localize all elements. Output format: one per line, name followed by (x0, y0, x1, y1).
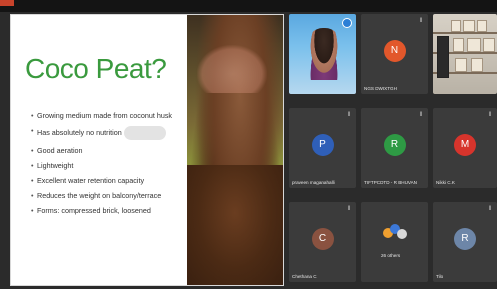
avatar: P (311, 134, 334, 156)
shelf-box (463, 20, 475, 32)
avatar: C (311, 228, 334, 250)
highlight-blob (123, 126, 166, 140)
mic-off-icon: ‖ (420, 112, 423, 118)
bullet-item: Excellent water retention capacity (31, 176, 191, 185)
participant-name: Tilo (436, 274, 444, 279)
shelf-box (451, 20, 461, 32)
participant-tile-office-video[interactable] (433, 14, 497, 94)
bullet-item: Lightweight (31, 161, 191, 170)
participant-name: Chethana C (292, 274, 317, 279)
mic-off-icon: ‖ (420, 18, 423, 24)
participant-name: Nikki C.K (436, 180, 455, 185)
peat-pile-image (187, 165, 283, 285)
bullet-item: Reduces the weight on balcony/terrace (31, 191, 191, 200)
participant-name: NGS DWIXTGH (364, 86, 397, 91)
shelf-box (483, 38, 495, 52)
mic-off-icon: ‖ (348, 206, 351, 212)
participant-tile-others[interactable]: 26 others (361, 202, 428, 282)
participant-tile[interactable]: ‖ R Tilo (433, 202, 497, 282)
participant-tile-self-video[interactable] (289, 14, 356, 94)
group-avatars-icon (383, 224, 407, 240)
meeting-stage: Coco Peat? Growing medium made from coco… (0, 0, 497, 289)
mic-off-icon: ‖ (489, 206, 492, 212)
bullet-item: Good aeration (31, 146, 191, 155)
avatar: R (383, 134, 406, 156)
mic-off-icon: ‖ (489, 112, 492, 118)
avatar: N (383, 40, 406, 62)
bullet-item: Has absolutely no nutrition (31, 126, 191, 140)
shelf-box (477, 20, 487, 32)
avatar: R (454, 228, 476, 250)
avatar: M (454, 134, 476, 156)
top-bar (0, 0, 497, 12)
shelf-box (471, 58, 483, 72)
participant-tile[interactable]: ‖ C Chethana C (289, 202, 356, 282)
hand-image (197, 45, 267, 93)
participant-tile[interactable]: ‖ P praveen maganahalli (289, 108, 356, 188)
slide-title: Coco Peat? (25, 53, 167, 84)
presentation-slide: Coco Peat? Growing medium made from coco… (10, 14, 284, 286)
bullet-item: Forms: compressed brick, loosened (31, 206, 191, 215)
shelf-box (455, 58, 467, 72)
participant-name: TIFTPCDTD - R BHUVAN (364, 180, 417, 185)
pin-icon[interactable] (342, 18, 352, 28)
coco-peat-photo (187, 15, 283, 285)
slide-bullets: Growing medium made from coconut husk Ha… (31, 111, 191, 221)
bullet-item: Growing medium made from coconut husk (31, 111, 191, 120)
recording-indicator (0, 0, 14, 6)
shelf (433, 32, 497, 34)
participant-tile[interactable]: ‖ R TIFTPCDTD - R BHUVAN (361, 108, 428, 188)
person-silhouette (437, 36, 449, 78)
shelf-box (467, 38, 481, 52)
participant-tile[interactable]: ‖ N NGS DWIXTGH (361, 14, 428, 94)
mic-off-icon: ‖ (348, 112, 351, 118)
shelf-box (453, 38, 464, 52)
participant-tile[interactable]: ‖ M Nikki C.K (433, 108, 497, 188)
participant-name: 26 others (381, 253, 401, 258)
participant-video (307, 28, 341, 80)
participant-name: praveen maganahalli (292, 180, 335, 185)
